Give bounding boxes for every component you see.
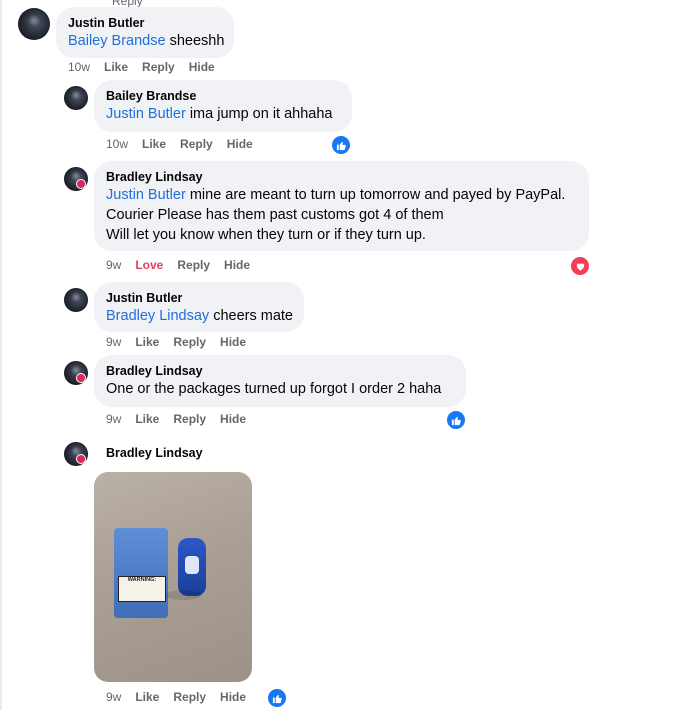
like-reaction-icon[interactable]: [330, 134, 352, 156]
comment-bubble: Bradley Lindsay One or the packages turn…: [94, 355, 466, 407]
comment-text: sheeshh: [169, 33, 225, 49]
vape-device: [178, 538, 206, 596]
timestamp[interactable]: 9w: [106, 258, 121, 272]
hide-button[interactable]: Hide: [224, 258, 250, 272]
reply-button[interactable]: Reply: [180, 137, 213, 151]
comment-author[interactable]: Bradley Lindsay: [106, 169, 577, 185]
like-button[interactable]: Like: [135, 335, 159, 349]
timestamp[interactable]: 9w: [106, 690, 121, 704]
mention-link[interactable]: Justin Butler: [106, 106, 186, 122]
comment-text: mine are meant to turn up tomorrow and p…: [189, 187, 566, 203]
avatar-bradley-lindsay[interactable]: [64, 361, 88, 385]
reply-button[interactable]: Reply: [173, 335, 206, 349]
comment-actions: 9w Like Reply Hide: [106, 690, 246, 704]
comment-text: Will let you know when they turn or if t…: [106, 227, 426, 243]
left-border: [0, 0, 2, 710]
reply-button[interactable]: Reply: [173, 412, 206, 426]
comment-author[interactable]: Bailey Brandse: [106, 88, 340, 104]
avatar-justin-butler[interactable]: [64, 288, 88, 312]
love-button[interactable]: Love: [135, 258, 163, 272]
timestamp[interactable]: 9w: [106, 412, 121, 426]
comment-actions: 10w Like Reply Hide: [106, 137, 253, 151]
mention-link[interactable]: Bailey Brandse: [68, 33, 166, 49]
comment-author[interactable]: Justin Butler: [106, 290, 292, 306]
comment-author[interactable]: Justin Butler: [68, 15, 222, 31]
vape-box: WARNING:: [114, 528, 168, 618]
avatar-bradley-lindsay[interactable]: [64, 167, 88, 191]
comment-actions: 9w Like Reply Hide: [106, 335, 246, 349]
comment-text: One or the packages turned up forgot I o…: [106, 381, 442, 397]
like-button[interactable]: Like: [135, 412, 159, 426]
hide-button[interactable]: Hide: [189, 60, 215, 74]
like-reaction-icon[interactable]: [445, 409, 467, 431]
reply-button[interactable]: Reply: [142, 60, 175, 74]
hide-button[interactable]: Hide: [220, 690, 246, 704]
like-button[interactable]: Like: [142, 137, 166, 151]
reply-button[interactable]: Reply: [173, 690, 206, 704]
comment-text: Courier Please has them past customs got…: [106, 207, 444, 223]
comment-author[interactable]: Bradley Lindsay: [106, 445, 203, 461]
reply-button[interactable]: Reply: [177, 258, 210, 272]
comment-bubble: Justin Butler Bradley Lindsay cheers mat…: [94, 282, 304, 332]
mention-link[interactable]: Bradley Lindsay: [106, 308, 209, 324]
comment-photo[interactable]: WARNING:: [94, 472, 252, 682]
timestamp[interactable]: 10w: [68, 60, 90, 74]
hide-button[interactable]: Hide: [220, 412, 246, 426]
warning-label: WARNING:: [118, 576, 166, 602]
timestamp[interactable]: 9w: [106, 335, 121, 349]
like-button[interactable]: Like: [135, 690, 159, 704]
timestamp[interactable]: 10w: [106, 137, 128, 151]
like-button[interactable]: Like: [104, 60, 128, 74]
avatar-bailey-brandse[interactable]: [64, 86, 88, 110]
heart-reaction-icon[interactable]: [569, 255, 591, 277]
comment-bubble: Bailey Brandse Justin Butler ima jump on…: [94, 80, 352, 132]
comment-bubble: Justin Butler Bailey Brandse sheeshh: [56, 7, 234, 58]
comment-actions: 10w Like Reply Hide: [68, 60, 215, 74]
comment-actions: 9w Like Reply Hide: [106, 412, 246, 426]
comment-bubble: Bradley Lindsay Justin Butler mine are m…: [94, 161, 589, 251]
comment-actions: 9w Love Reply Hide: [106, 258, 250, 272]
comment-text: cheers mate: [213, 308, 293, 324]
avatar-bradley-lindsay[interactable]: [64, 442, 88, 466]
comment-text: ima jump on it ahhaha: [189, 106, 333, 122]
avatar-justin-butler[interactable]: [18, 8, 50, 40]
hide-button[interactable]: Hide: [227, 137, 253, 151]
comment-author[interactable]: Bradley Lindsay: [106, 363, 454, 379]
like-reaction-icon[interactable]: [266, 687, 288, 709]
hide-button[interactable]: Hide: [220, 335, 246, 349]
mention-link[interactable]: Justin Butler: [106, 187, 186, 203]
